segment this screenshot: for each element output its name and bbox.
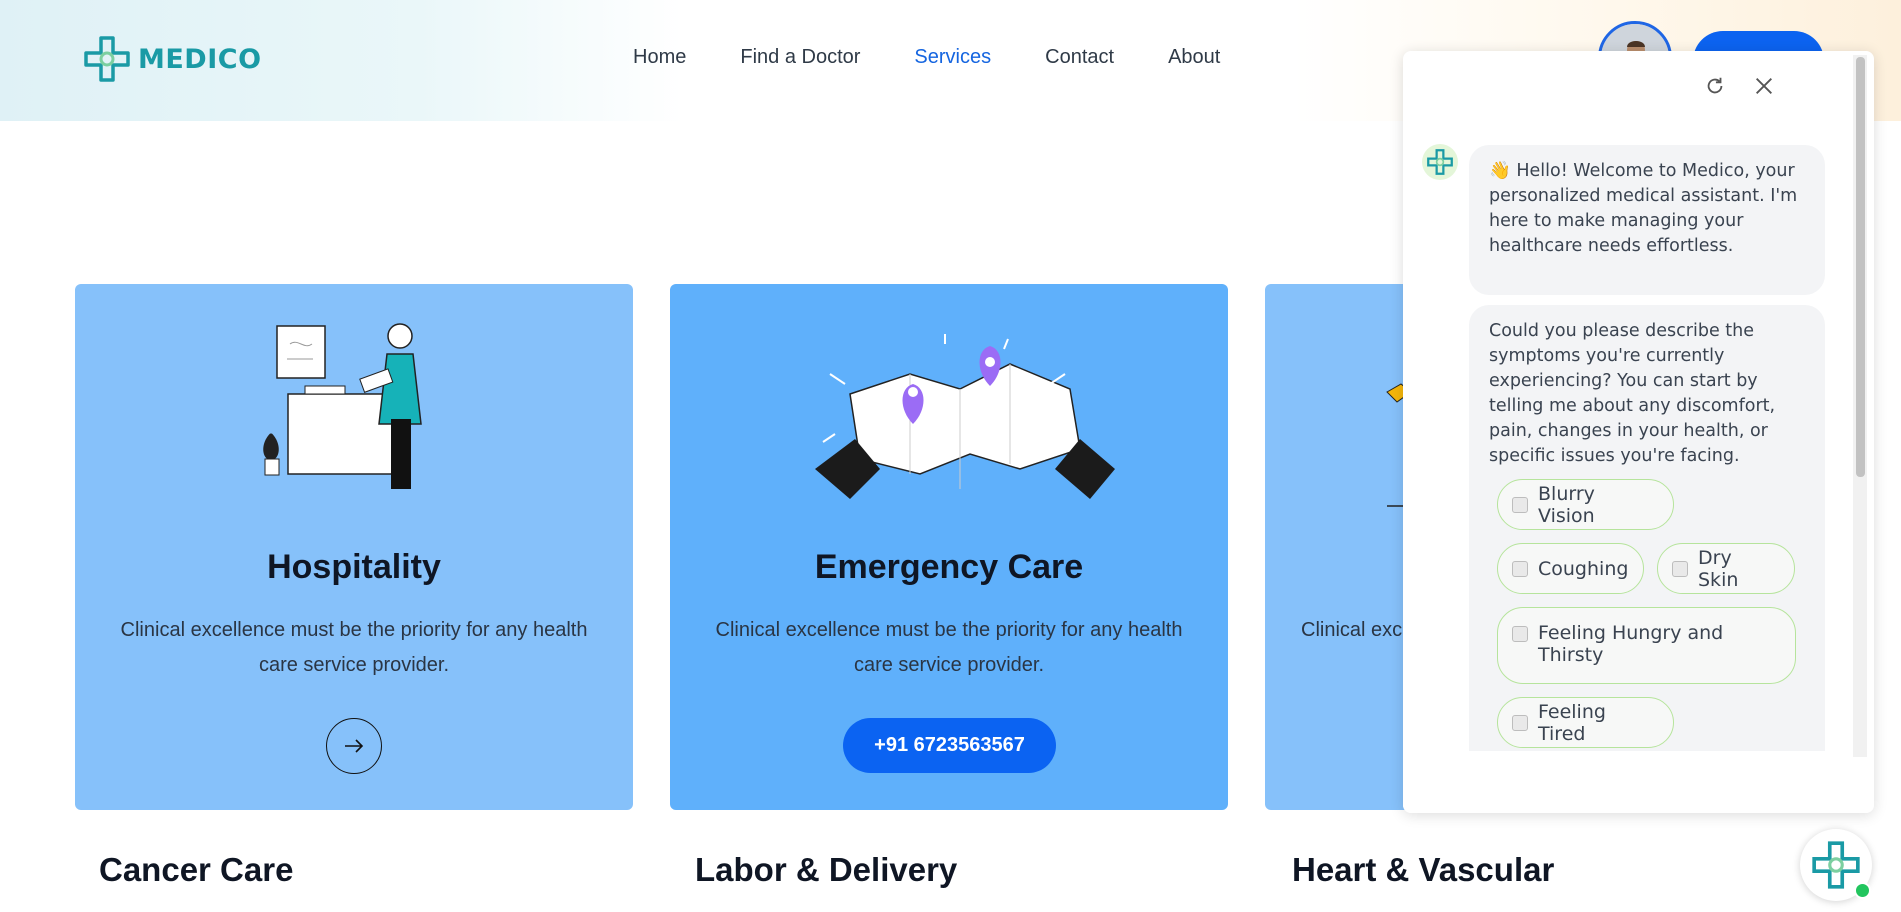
nav-about[interactable]: About — [1168, 46, 1220, 69]
section-title-heart-vascular: Heart & Vascular — [1292, 851, 1555, 888]
phone-call-button[interactable]: +91 6723563567 — [843, 718, 1056, 773]
chat-launcher-button[interactable] — [1800, 829, 1872, 901]
close-icon — [1756, 78, 1772, 94]
logo[interactable]: MEDICO — [82, 34, 262, 84]
arrow-right-icon — [345, 739, 364, 753]
bot-avatar — [1422, 144, 1458, 180]
option-label: Feeling Hungry and Thirsty — [1538, 622, 1724, 666]
service-card-emergency-care: Emergency Care Clinical excellence must … — [670, 284, 1228, 810]
chat-footer — [1403, 751, 1874, 813]
option-label: Dry Skin — [1698, 546, 1739, 591]
symptom-option-feeling-tired[interactable]: Feeling Tired — [1497, 697, 1674, 748]
option-checkbox[interactable] — [1512, 626, 1528, 642]
chat-widget: 👋 Hello! Welcome to Medico, your persona… — [1403, 51, 1874, 813]
doctor-illustration — [263, 323, 422, 489]
brand-name: MEDICO — [138, 43, 262, 75]
online-status-dot — [1854, 882, 1871, 899]
nav-find-a-doctor[interactable]: Find a Doctor — [740, 46, 860, 69]
bot-logo-icon — [1427, 149, 1453, 175]
section-title-cancer-care: Cancer Care — [99, 851, 294, 888]
card-description: Clinical excellence must be the priority… — [715, 619, 1183, 676]
option-checkbox[interactable] — [1672, 560, 1688, 577]
logo-icon — [84, 36, 130, 82]
card-arrow-button[interactable] — [326, 718, 382, 774]
option-label: Feeling Tired — [1538, 700, 1606, 745]
card-title: Emergency Care — [814, 548, 1084, 586]
bot-message-text: Could you please describe the symptoms y… — [1489, 321, 1776, 466]
chat-refresh-button[interactable] — [1700, 71, 1730, 101]
symptom-option-dry-skin[interactable]: Dry Skin — [1657, 543, 1795, 594]
main-nav: Home Find a Doctor Services Contact Abou… — [633, 46, 1220, 69]
option-checkbox[interactable] — [1512, 714, 1528, 731]
refresh-icon — [1707, 77, 1723, 94]
card-description: Clinical excellence must be the priority… — [120, 619, 588, 676]
nav-contact[interactable]: Contact — [1045, 46, 1114, 69]
option-label: Coughing — [1538, 557, 1629, 580]
chat-close-button[interactable] — [1749, 71, 1779, 101]
nav-home[interactable]: Home — [633, 46, 686, 69]
page: MEDICO Home Find a Doctor Services Conta… — [0, 0, 1901, 912]
chat-scrollbar-thumb[interactable] — [1856, 57, 1865, 477]
nav-services[interactable]: Services — [914, 46, 991, 69]
chat-scrollbar[interactable] — [1853, 55, 1867, 757]
map-illustration — [815, 334, 1115, 499]
symptom-option-feeling-hungry-and-thirsty[interactable]: Feeling Hungry and Thirsty — [1497, 607, 1796, 684]
symptom-option-coughing[interactable]: Coughing — [1497, 543, 1644, 594]
card-title: Hospitality — [267, 548, 441, 586]
symptom-option-blurry-vision[interactable]: Blurry Vision — [1497, 479, 1674, 530]
option-checkbox[interactable] — [1512, 560, 1528, 577]
option-checkbox[interactable] — [1512, 496, 1528, 513]
option-label: Blurry Vision — [1538, 482, 1595, 527]
section-title-labor-delivery: Labor & Delivery — [695, 851, 958, 888]
bot-message: 👋 Hello! Welcome to Medico, your persona… — [1469, 145, 1825, 295]
chat-logo-icon — [1812, 841, 1860, 889]
service-card-hospitality: Hospitality Clinical excellence must be … — [75, 284, 633, 810]
